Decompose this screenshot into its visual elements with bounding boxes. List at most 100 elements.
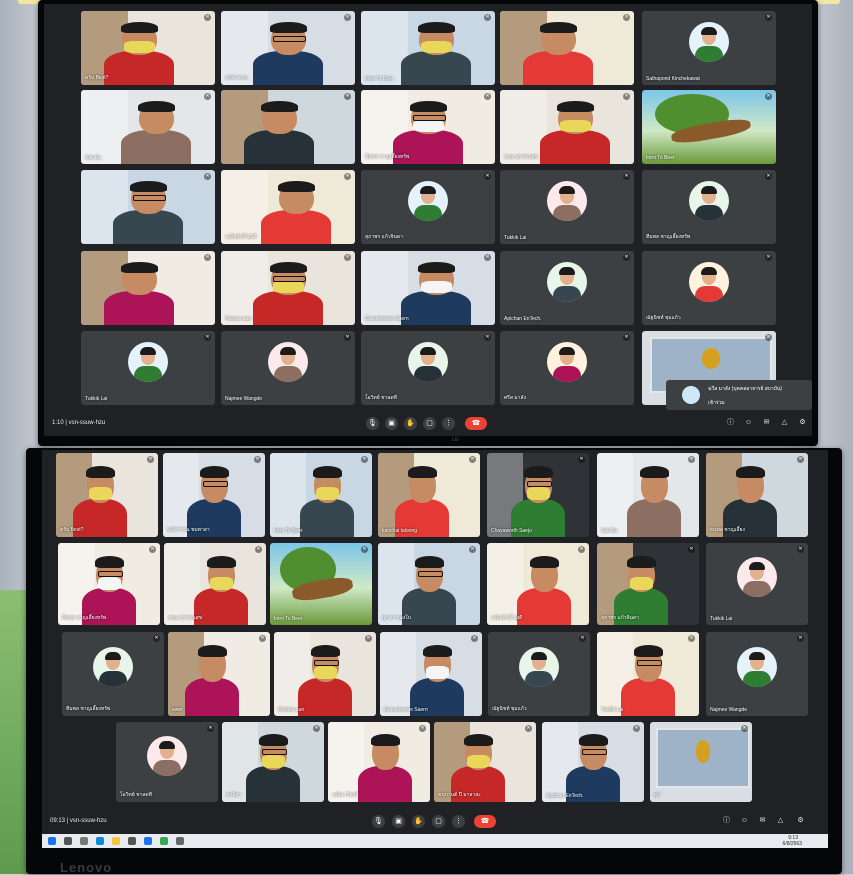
leave-call-button[interactable]: ☎: [465, 417, 487, 430]
leave-call-button[interactable]: ☎: [474, 815, 496, 828]
top-participant-tile[interactable]: ✕: [81, 170, 215, 244]
bottom-participant-tile[interactable]: ✕ ทีมพล ชาญเลี้ยงทรัพ: [62, 632, 164, 716]
top-participant-tile[interactable]: ✕: [81, 251, 215, 325]
task-view-icon[interactable]: [80, 837, 88, 845]
bottom-participant-tile[interactable]: ✕ ชนกานต์ ปี มาลาสะ: [434, 722, 536, 802]
chat-icon[interactable]: ✉: [758, 816, 767, 825]
camera-button[interactable]: ▣: [392, 815, 405, 828]
glasses: [527, 481, 552, 487]
bottom-participant-tile[interactable]: ✕ นภัสวรรณ ชมพาสา: [163, 453, 265, 537]
mic-off-icon: ✕: [471, 635, 478, 642]
top-participant-tile[interactable]: ✕: [221, 90, 355, 164]
avatar-body: [414, 205, 442, 222]
top-participant-tile[interactable]: ✕ Tukkik Lai: [81, 331, 215, 405]
bottom-participant-tile[interactable]: ✕ โอวิทย์ ชาลดที: [116, 722, 218, 802]
participant-hair: [138, 101, 175, 112]
top-participant-tile[interactable]: ✕ นภัสวรรณ: [221, 11, 355, 85]
participant-name: ญาดา ทองใบ: [382, 615, 411, 621]
store-icon[interactable]: [128, 837, 136, 845]
avatar-hair: [159, 740, 175, 749]
participant-video: [81, 251, 215, 325]
mic-button[interactable]: 🎙: [372, 815, 385, 828]
top-participant-tile[interactable]: ✕: [500, 11, 634, 85]
top-participant-tile[interactable]: ✕ โอวิทย์ ชาลดที: [361, 331, 495, 405]
mic-off-icon: ✕: [204, 334, 211, 341]
present-button[interactable]: ▢: [432, 815, 445, 828]
bottom-participant-tile[interactable]: ✕ ชาลิสา: [222, 722, 324, 802]
bottom-participant-tile[interactable]: ✕ kanchai taloong: [378, 453, 480, 537]
participant-avatar: [93, 647, 133, 688]
bottom-participant-tile[interactable]: ✕ Haroun aun: [274, 632, 376, 716]
chat-icon[interactable]: ✉: [762, 418, 771, 427]
top-participant-tile[interactable]: ✕ Intro To Beer: [642, 90, 776, 164]
bottom-participant-tile[interactable]: ✕ Intro To Beer: [270, 543, 372, 625]
bottom-participant-tile[interactable]: ✕ Sak Ea: [597, 453, 699, 537]
top-participant-tile[interactable]: ✕ สุภาพร แก้วจินดา: [361, 170, 495, 244]
bottom-participant-tile[interactable]: ✕ Tukkik Lai: [706, 543, 808, 625]
info-icon[interactable]: ⓘ: [722, 816, 731, 825]
mic-button[interactable]: 🎙: [366, 417, 379, 430]
participant-name: ทีมพล ชาญเลี้ยงทรัพ: [66, 706, 111, 712]
bottom-participant-tile[interactable]: ✕ ศุภ: [650, 722, 752, 802]
bottom-participant-tile[interactable]: ✕ เฉลิมศักดิ์ มุ่งดี: [487, 543, 589, 625]
top-participant-tile[interactable]: ✕ Haroun aun: [221, 251, 355, 325]
present-button[interactable]: ▢: [423, 417, 436, 430]
start-icon[interactable]: [48, 837, 56, 845]
search-icon[interactable]: [64, 837, 72, 845]
top-participant-tile[interactable]: ✕ Tukkik Lai: [500, 170, 634, 244]
top-participant-tile[interactable]: ✕ Intro To Beer: [361, 11, 495, 85]
people-icon[interactable]: ☺: [744, 418, 753, 427]
bottom-participant-tile[interactable]: ✕ เฉลิม เกียรติ: [328, 722, 430, 802]
top-participant-tile[interactable]: ✕ ณัฐนิชท์ ชุมแก้ว: [642, 251, 776, 325]
bottom-participant-tile[interactable]: ✕ ญาดา ทองใบ: [378, 543, 480, 625]
participant-name: สุภาพร แก้วจินดา: [601, 615, 639, 621]
activities-icon[interactable]: △: [776, 816, 785, 825]
top-participant-tile[interactable]: ✕ ทีมพล ชาญเลี้ยงทรัพ: [642, 170, 776, 244]
bottom-participant-tile[interactable]: ✕ ครับ Best?: [56, 453, 158, 537]
bottom-participant-tile[interactable]: ✕ Tukkik Lai: [597, 632, 699, 716]
self-view-tile: ฉวีล มาลัง (บุคคลอาจารย์ สถาบัน) เข้าร่ว…: [666, 380, 812, 410]
camera-button[interactable]: ▣: [385, 417, 398, 430]
info-icon[interactable]: ⓘ: [726, 418, 735, 427]
bottom-participant-tile[interactable]: ✕ อรุณ สุวรรณสุข: [164, 543, 266, 625]
bottom-participant-tile[interactable]: ✕ Graciemaree Saern: [380, 632, 482, 716]
chrome-icon[interactable]: [160, 837, 168, 845]
bottom-participant-tile[interactable]: ✕ สุภาพร แก้วจินดา: [597, 543, 699, 625]
more-options-button[interactable]: ⋮: [452, 815, 465, 828]
top-participant-tile[interactable]: ✕ Najmee Wangde: [221, 331, 355, 405]
top-participant-tile[interactable]: ✕ ทีมพล ชาญเลี้ยงทรัพ: [361, 90, 495, 164]
bottom-participant-tile[interactable]: ✕ Intro To Beer: [270, 453, 372, 537]
participant-body: [253, 51, 323, 85]
bottom-meeting-toolbar: 09:13 | vsn-ssuw-hzu 🎙 ▣ ✋ ▢ ⋮ ☎ ⓘ ☺ ✉ △…: [42, 810, 828, 834]
bottom-participant-tile[interactable]: ✕ ทีมพล ชาญเลี้ยงทรัพ: [58, 543, 160, 625]
security-icon[interactable]: ⚙: [798, 418, 807, 427]
edge-icon[interactable]: [96, 837, 104, 845]
top-participant-tile[interactable]: ✕ อรุณ สุวรรณสุข: [500, 90, 634, 164]
bottom-participant-tile[interactable]: ✕ Najmee Wangde: [706, 632, 808, 716]
avatar-hair: [420, 347, 436, 356]
participant-video: [487, 453, 589, 537]
security-icon[interactable]: ⚙: [796, 816, 805, 825]
top-participant-tile[interactable]: ✕ Graciemaree Saern: [361, 251, 495, 325]
bottom-participant-tile[interactable]: ✕ Apichan EnTech.: [542, 722, 644, 802]
face-mask: [527, 487, 550, 500]
bottom-participant-tile[interactable]: ✕ ewer: [168, 632, 270, 716]
bottom-participant-tile[interactable]: ✕ ธนพล ชาญเลี้ยง: [706, 453, 808, 537]
mail-icon[interactable]: [144, 837, 152, 845]
settings-icon[interactable]: [176, 837, 184, 845]
bottom-participant-tile[interactable]: ✕ Chayaworth Saejo: [487, 453, 589, 537]
top-participant-tile[interactable]: ✕ ครับ Best?: [81, 11, 215, 85]
glasses: [273, 276, 306, 282]
more-options-button[interactable]: ⋮: [442, 417, 455, 430]
top-participant-tile[interactable]: ✕ ศรีส มาลัง: [500, 331, 634, 405]
top-participant-tile[interactable]: ✕ Sak Ea: [81, 90, 215, 164]
top-participant-tile[interactable]: ✕ เฉลิมศักดิ์ มุ่งดี: [221, 170, 355, 244]
bottom-participant-tile[interactable]: ✕ ณัฐนิชท์ ชุมแก้ว: [488, 632, 590, 716]
file-explorer-icon[interactable]: [112, 837, 120, 845]
activities-icon[interactable]: △: [780, 418, 789, 427]
top-participant-tile[interactable]: ✕ Apichan EnTech.: [500, 251, 634, 325]
raise-hand-button[interactable]: ✋: [404, 417, 417, 430]
top-participant-tile[interactable]: ✕ Sathapond Kinchekawat: [642, 11, 776, 85]
people-icon[interactable]: ☺: [740, 816, 749, 825]
raise-hand-button[interactable]: ✋: [412, 815, 425, 828]
